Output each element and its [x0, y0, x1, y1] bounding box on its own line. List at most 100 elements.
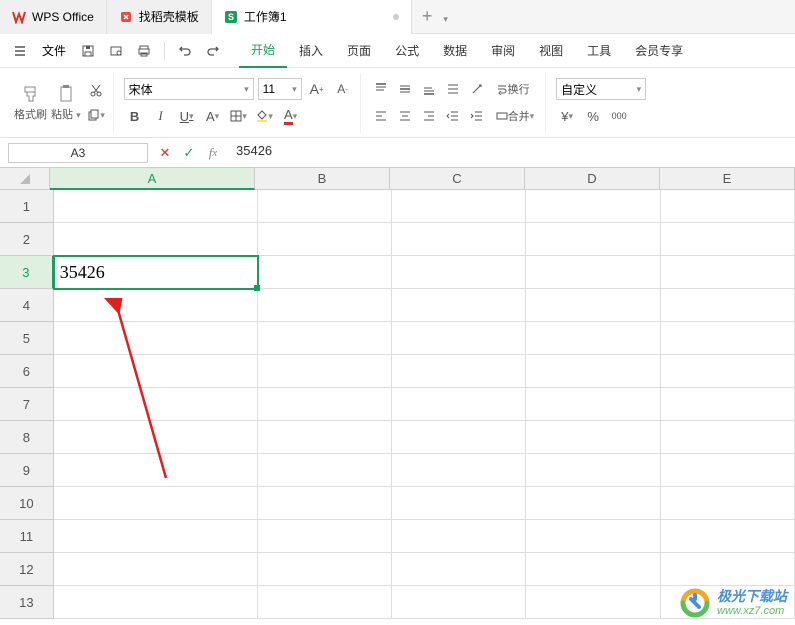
column-header-D[interactable]: D [525, 168, 660, 190]
cell-A1[interactable] [54, 190, 258, 223]
cell-B6[interactable] [258, 355, 392, 388]
align-middle-icon[interactable] [395, 80, 415, 98]
cell-D9[interactable] [526, 454, 660, 487]
menu-tab-review[interactable]: 审阅 [479, 34, 527, 68]
menu-tab-view[interactable]: 视图 [527, 34, 575, 68]
cell-B4[interactable] [258, 289, 392, 322]
decrease-font-icon[interactable]: A- [332, 78, 354, 100]
menu-tab-data[interactable]: 数据 [431, 34, 479, 68]
cell-C1[interactable] [392, 190, 526, 223]
font-color-button[interactable]: A▾ [280, 105, 302, 127]
format-painter-button[interactable]: 格式刷 [14, 84, 47, 122]
cell-E7[interactable] [661, 388, 795, 421]
row-header-9[interactable]: 9 [0, 454, 54, 487]
merge-button[interactable]: 合并▾ [491, 105, 540, 127]
strikethrough-button[interactable]: A▾ [202, 105, 224, 127]
row-header-1[interactable]: 1 [0, 190, 54, 223]
fx-icon[interactable]: fx [204, 144, 222, 162]
app-tab-workbook[interactable]: S 工作簿1 [212, 0, 412, 34]
cell-D5[interactable] [526, 322, 660, 355]
increase-indent-icon[interactable] [467, 107, 487, 125]
increase-font-icon[interactable]: A+ [306, 78, 328, 100]
row-header-8[interactable]: 8 [0, 421, 54, 454]
paste-button[interactable]: 粘贴 ▾ [51, 84, 81, 122]
menu-tab-member[interactable]: 会员专享 [623, 34, 695, 68]
cell-C6[interactable] [392, 355, 526, 388]
row-header-13[interactable]: 13 [0, 586, 54, 619]
align-center-icon[interactable] [395, 107, 415, 125]
menu-tab-formula[interactable]: 公式 [383, 34, 431, 68]
percent-button[interactable]: % [582, 105, 604, 127]
cell-A10[interactable] [54, 487, 258, 520]
cell-E12[interactable] [661, 553, 795, 586]
border-button[interactable]: ▾ [228, 105, 250, 127]
cell-E10[interactable] [661, 487, 795, 520]
menu-tab-tools[interactable]: 工具 [575, 34, 623, 68]
cell-B5[interactable] [258, 322, 392, 355]
currency-button[interactable]: ¥▾ [556, 105, 578, 127]
cell-C13[interactable] [392, 586, 526, 619]
row-header-7[interactable]: 7 [0, 388, 54, 421]
undo-icon[interactable] [173, 39, 197, 63]
cell-A9[interactable] [54, 454, 258, 487]
cell-E5[interactable] [661, 322, 795, 355]
row-header-11[interactable]: 11 [0, 520, 54, 553]
cell-C8[interactable] [392, 421, 526, 454]
cell-D8[interactable] [526, 421, 660, 454]
italic-button[interactable]: I [150, 105, 172, 127]
cut-icon[interactable] [85, 79, 107, 101]
cell-D7[interactable] [526, 388, 660, 421]
cell-A4[interactable] [54, 289, 258, 322]
cell-D13[interactable] [526, 586, 660, 619]
cell-E4[interactable] [661, 289, 795, 322]
menu-tab-page[interactable]: 页面 [335, 34, 383, 68]
cell-A3[interactable]: 35426 [54, 256, 258, 289]
cell-B9[interactable] [258, 454, 392, 487]
row-header-2[interactable]: 2 [0, 223, 54, 256]
wrap-text-button[interactable]: 换行 [491, 78, 535, 100]
cell-E11[interactable] [661, 520, 795, 553]
cell-C9[interactable] [392, 454, 526, 487]
cell-A6[interactable] [54, 355, 258, 388]
row-header-10[interactable]: 10 [0, 487, 54, 520]
cell-B7[interactable] [258, 388, 392, 421]
cell-C2[interactable] [392, 223, 526, 256]
cell-B8[interactable] [258, 421, 392, 454]
app-tab-template[interactable]: 找稻壳模板 [107, 0, 212, 34]
cell-B2[interactable] [258, 223, 392, 256]
column-header-B[interactable]: B [255, 168, 390, 190]
preview-icon[interactable] [104, 39, 128, 63]
print-icon[interactable] [132, 39, 156, 63]
new-tab-button[interactable]: + ▾ [412, 6, 458, 27]
underline-button[interactable]: U ▾ [176, 105, 198, 127]
cell-C3[interactable] [392, 256, 526, 289]
column-header-E[interactable]: E [660, 168, 795, 190]
orientation-icon[interactable] [467, 80, 487, 98]
cell-B13[interactable] [258, 586, 392, 619]
select-all-corner[interactable] [0, 168, 50, 190]
cell-C11[interactable] [392, 520, 526, 553]
row-header-3[interactable]: 3 [0, 256, 54, 289]
row-header-12[interactable]: 12 [0, 553, 54, 586]
align-bottom-icon[interactable] [419, 80, 439, 98]
cell-E6[interactable] [661, 355, 795, 388]
name-box[interactable]: A3 [8, 143, 148, 163]
cell-D12[interactable] [526, 553, 660, 586]
cell-C12[interactable] [392, 553, 526, 586]
menu-tab-start[interactable]: 开始 [239, 34, 287, 68]
app-tab-wps[interactable]: WPS Office [0, 0, 107, 34]
hamburger-icon[interactable] [8, 39, 32, 63]
cell-C7[interactable] [392, 388, 526, 421]
cell-E1[interactable] [661, 190, 795, 223]
decrease-indent-icon[interactable] [443, 107, 463, 125]
fill-color-button[interactable]: ▾ [254, 105, 276, 127]
save-icon[interactable] [76, 39, 100, 63]
cell-A13[interactable] [54, 586, 258, 619]
formula-input[interactable]: 35426 [230, 143, 787, 163]
cell-E2[interactable] [661, 223, 795, 256]
cell-D11[interactable] [526, 520, 660, 553]
align-top-icon[interactable] [371, 80, 391, 98]
menu-tab-insert[interactable]: 插入 [287, 34, 335, 68]
cell-A7[interactable] [54, 388, 258, 421]
number-format-select[interactable]: 自定义▾ [556, 78, 646, 100]
